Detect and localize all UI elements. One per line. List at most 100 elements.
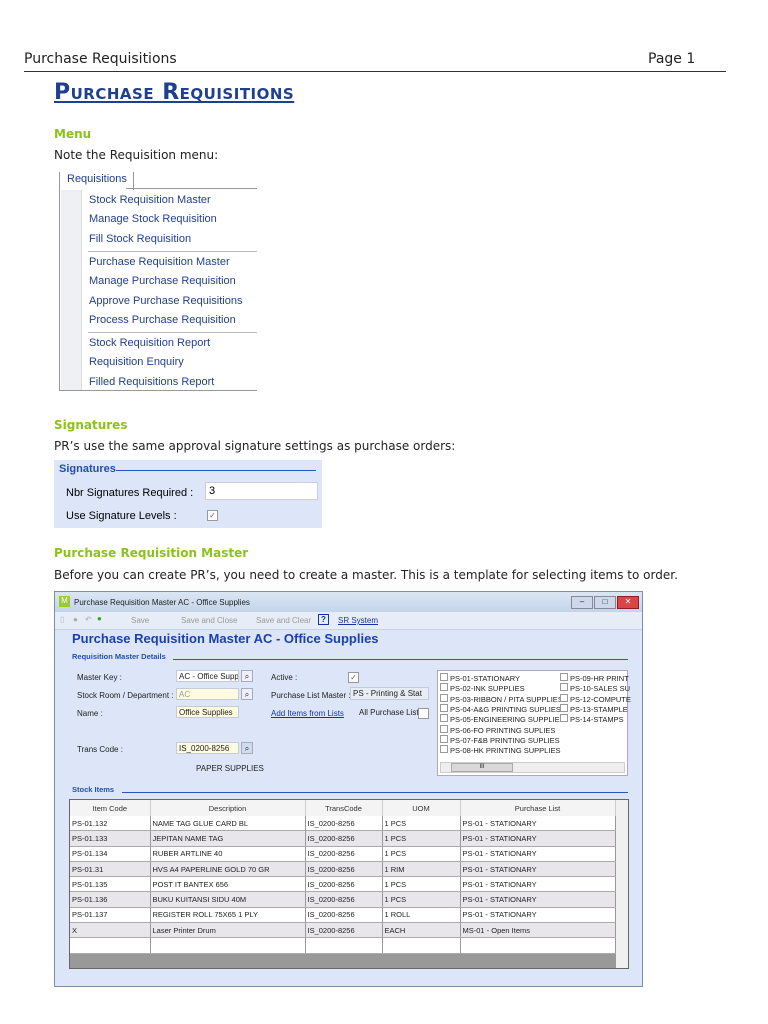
- table-cell[interactable]: IS_0200-8256: [305, 876, 383, 893]
- refresh-icon[interactable]: ●: [97, 614, 102, 623]
- table-cell[interactable]: 1 PCS: [382, 830, 461, 847]
- active-checkbox[interactable]: ✓: [348, 672, 359, 683]
- table-cell[interactable]: [305, 937, 383, 954]
- table-cell[interactable]: PS-01.137: [70, 907, 151, 924]
- purchase-list-option[interactable]: PS-09-HR PRINT: [560, 673, 629, 683]
- list-checkbox[interactable]: [560, 714, 568, 723]
- column-header[interactable]: Purchase List: [460, 800, 616, 816]
- table-cell[interactable]: 1 PCS: [382, 891, 461, 908]
- signature-levels-checkbox[interactable]: ✓: [207, 510, 218, 521]
- list-checkbox[interactable]: [440, 724, 448, 733]
- list-checkbox[interactable]: [440, 714, 448, 723]
- table-cell[interactable]: IS_0200-8256: [305, 861, 383, 878]
- table-cell[interactable]: 1 ROLL: [382, 907, 461, 924]
- vertical-scrollbar[interactable]: [616, 800, 628, 968]
- close-button[interactable]: ✕: [617, 596, 639, 609]
- save-close-button[interactable]: Save and Close: [181, 616, 237, 625]
- help-button[interactable]: ?: [318, 614, 329, 625]
- table-cell[interactable]: POST IT BANTEX 656: [150, 876, 306, 893]
- table-cell[interactable]: [382, 937, 461, 954]
- table-cell[interactable]: [460, 937, 616, 954]
- list-checkbox[interactable]: [440, 693, 448, 702]
- table-cell[interactable]: IS_0200-8256: [305, 891, 383, 908]
- table-cell[interactable]: [70, 937, 151, 954]
- table-row[interactable]: PS-01.135 POST IT BANTEX 656 IS_0200-8256 1…: [70, 876, 616, 893]
- horizontal-scrollbar[interactable]: III: [440, 762, 625, 773]
- table-cell[interactable]: Laser Printer Drum: [150, 922, 306, 939]
- menu-item[interactable]: Requisition Enquiry: [89, 356, 184, 368]
- undo-icon[interactable]: ↶: [85, 615, 92, 624]
- list-checkbox[interactable]: [560, 683, 568, 692]
- menu-item[interactable]: Filled Requisitions Report: [89, 376, 214, 388]
- table-cell[interactable]: PS-01 - STATIONARY: [460, 876, 616, 893]
- column-header[interactable]: TransCode: [305, 800, 383, 816]
- new-icon[interactable]: ▯: [60, 615, 64, 624]
- nbr-signatures-input[interactable]: 3: [205, 482, 318, 500]
- plm-select[interactable]: PS - Printing & Stat: [350, 687, 429, 700]
- stock-room-input[interactable]: AC: [176, 688, 239, 700]
- save-button[interactable]: Save: [131, 616, 149, 625]
- table-cell[interactable]: PS-01.135: [70, 876, 151, 893]
- table-cell[interactable]: IS_0200-8256: [305, 907, 383, 924]
- all-lists-checkbox[interactable]: [418, 708, 429, 719]
- menu-item[interactable]: Manage Stock Requisition: [89, 213, 217, 225]
- table-cell[interactable]: PS-01.134: [70, 846, 151, 862]
- save-clear-button[interactable]: Save and Clear: [256, 616, 311, 625]
- purchase-list-option[interactable]: PS-14-STAMPS: [560, 714, 624, 724]
- table-cell[interactable]: 1 PCS: [382, 816, 461, 832]
- menu-item[interactable]: Approve Purchase Requisitions: [89, 295, 242, 307]
- requisitions-tab[interactable]: Requisitions: [61, 172, 134, 190]
- column-header[interactable]: UOM: [382, 800, 461, 816]
- table-cell[interactable]: MS-01 - Open Items: [460, 922, 616, 939]
- table-cell[interactable]: EACH: [382, 922, 461, 939]
- list-checkbox[interactable]: [440, 734, 448, 743]
- table-cell[interactable]: PS-01 - STATIONARY: [460, 891, 616, 908]
- list-checkbox[interactable]: [440, 745, 448, 754]
- list-checkbox[interactable]: [440, 683, 448, 692]
- purchase-list-option[interactable]: PS-07-F&B PRINTING SUPLIES: [440, 734, 560, 745]
- trans-code-input[interactable]: IS_0200-8256: [176, 742, 239, 754]
- purchase-list-option[interactable]: PS-10-SALES SU: [560, 683, 630, 693]
- menu-item[interactable]: Fill Stock Requisition: [89, 233, 191, 245]
- table-cell[interactable]: IS_0200-8256: [305, 830, 383, 847]
- table-row[interactable]: X Laser Printer Drum IS_0200-8256 EACH MS-01…: [70, 922, 616, 939]
- add-items-link[interactable]: Add Items from Lists: [271, 709, 344, 718]
- table-cell[interactable]: RUBER ARTLINE 40: [150, 846, 306, 862]
- menu-item[interactable]: Stock Requisition Master: [89, 194, 211, 206]
- table-cell[interactable]: REGISTER ROLL 75X65 1 PLY: [150, 907, 306, 924]
- menu-item[interactable]: Purchase Requisition Master: [89, 256, 230, 268]
- purchase-list-option[interactable]: PS-04-A&G PRINTING SUPLIES: [440, 703, 561, 714]
- table-row[interactable]: PS-01.137 REGISTER ROLL 75X65 1 PLY IS_020…: [70, 907, 616, 924]
- purchase-list-option[interactable]: PS-12-COMPUTE: [560, 693, 631, 704]
- table-cell[interactable]: 1 RIM: [382, 861, 461, 878]
- table-cell[interactable]: [150, 937, 306, 954]
- table-cell[interactable]: IS_0200-8256: [305, 922, 383, 939]
- purchase-list-option[interactable]: PS-03-RIBBON / PITA SUPPLIES: [440, 693, 563, 704]
- purchase-list-option[interactable]: PS-08-HK PRINTING SUPPLIES: [440, 745, 560, 755]
- purchase-list-option[interactable]: PS-01-STATIONARY: [440, 673, 520, 683]
- menu-item[interactable]: Manage Purchase Requisition: [89, 275, 236, 287]
- sr-system-link[interactable]: SR System: [338, 616, 378, 625]
- table-cell[interactable]: PS-01.136: [70, 891, 151, 908]
- table-row[interactable]: PS-01.133 JEPITAN NAME TAG IS_0200-8256 1 P…: [70, 830, 616, 847]
- menu-item[interactable]: Stock Requisition Report: [89, 337, 210, 349]
- list-checkbox[interactable]: [560, 673, 568, 681]
- table-cell[interactable]: 1 PCS: [382, 846, 461, 862]
- purchase-list-option[interactable]: PS-06-FO PRINTING SUPLIES: [440, 724, 555, 735]
- table-cell[interactable]: PS-01.133: [70, 830, 151, 847]
- table-cell[interactable]: HVS A4 PAPERLINE GOLD 70 GR: [150, 861, 306, 878]
- minimize-button[interactable]: –: [571, 596, 593, 609]
- table-cell[interactable]: JEPITAN NAME TAG: [150, 830, 306, 847]
- table-row[interactable]: PS-01.136 BUKU KUITANSI SIDU 40M IS_0200-8…: [70, 891, 616, 908]
- name-input[interactable]: Office Supplies: [176, 706, 239, 718]
- table-cell[interactable]: PS-01 - STATIONARY: [460, 830, 616, 847]
- table-cell[interactable]: PS-01.132: [70, 816, 151, 832]
- table-cell[interactable]: PS-01 - STATIONARY: [460, 846, 616, 862]
- search-icon[interactable]: ⌕: [241, 742, 253, 754]
- delete-icon[interactable]: ●: [73, 615, 78, 624]
- table-cell[interactable]: 1 PCS: [382, 876, 461, 893]
- maximize-button[interactable]: □: [594, 596, 616, 609]
- table-cell[interactable]: BUKU KUITANSI SIDU 40M: [150, 891, 306, 908]
- column-header[interactable]: Item Code: [70, 800, 151, 816]
- list-checkbox[interactable]: [560, 703, 568, 712]
